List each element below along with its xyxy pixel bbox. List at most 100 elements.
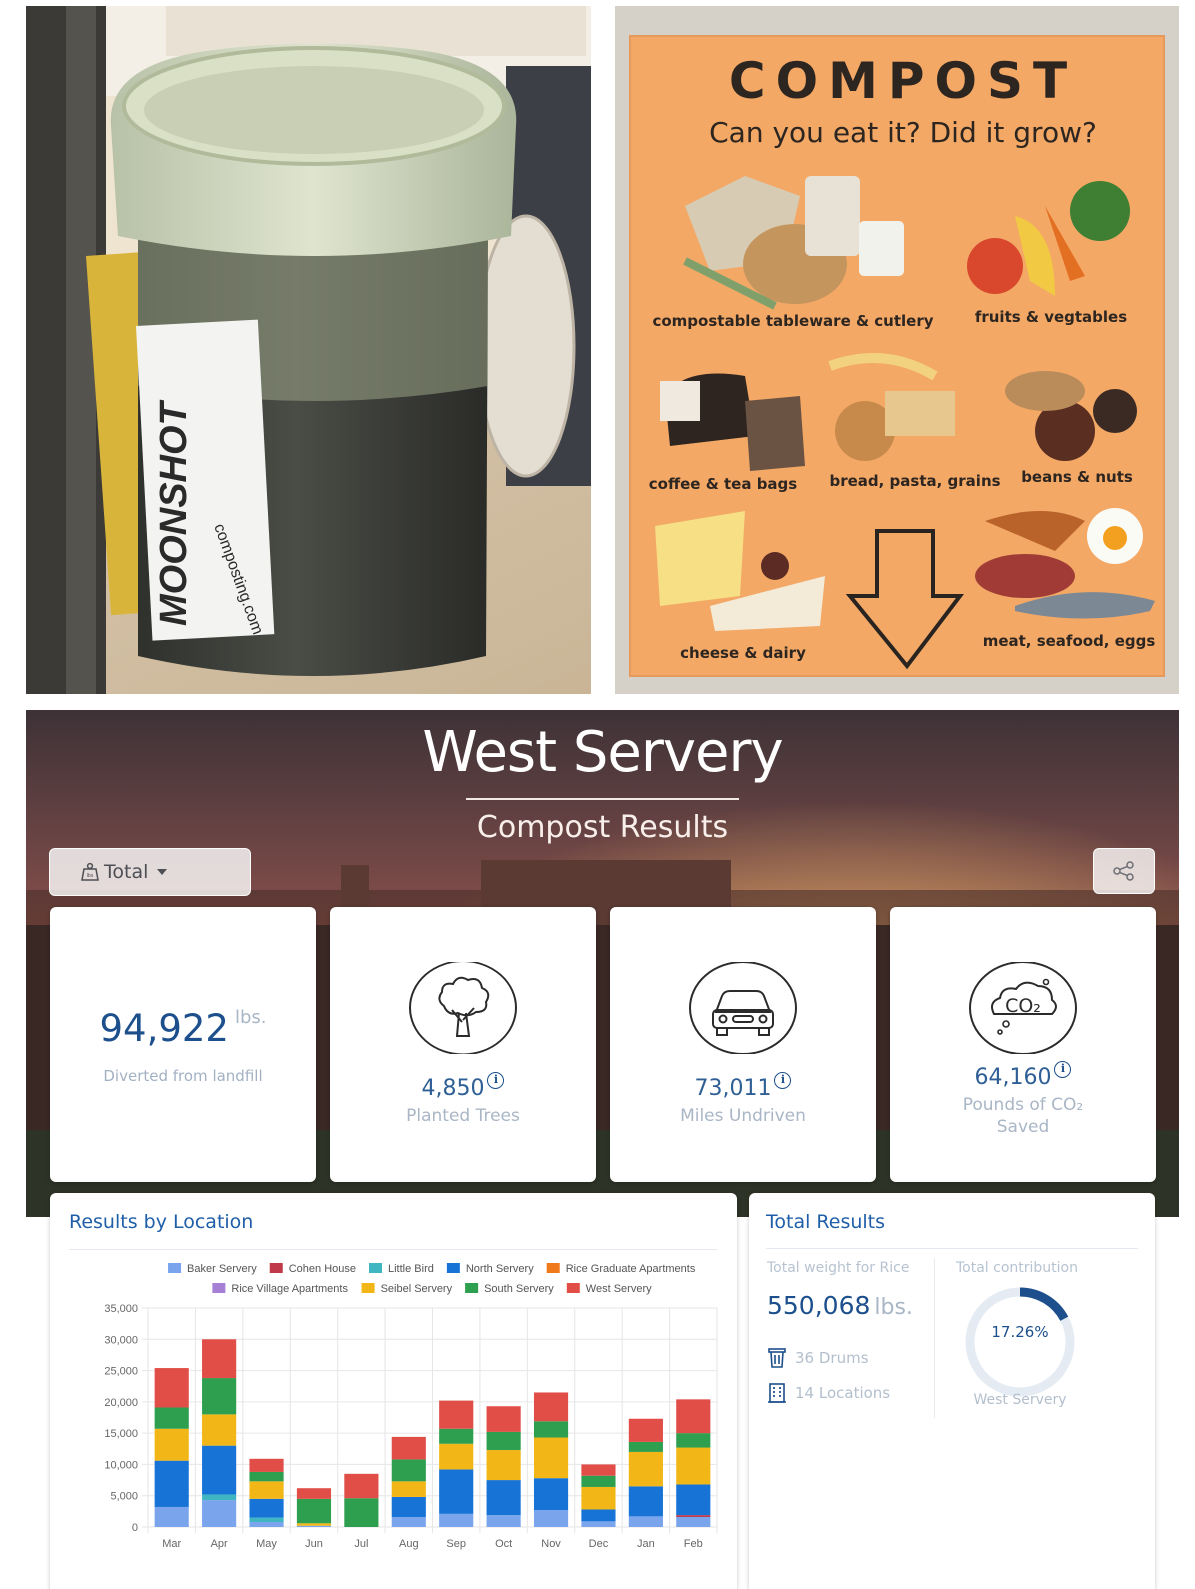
poster-category-fruits: fruits & vegtables	[975, 308, 1127, 326]
legend-swatch	[369, 1263, 383, 1273]
bar-segment	[486, 1515, 521, 1527]
bar-segment	[249, 1517, 284, 1522]
bar-segment	[676, 1484, 711, 1516]
x-tick-label: Apr	[211, 1538, 228, 1550]
poster-subtitle: Can you eat it? Did it grow?	[709, 116, 1097, 149]
total-results-divider	[934, 1258, 935, 1418]
bar-segment	[391, 1436, 426, 1460]
legend-label[interactable]: South Servery	[484, 1283, 554, 1295]
y-tick-label: 25,000	[104, 1366, 138, 1378]
bar-segment	[533, 1421, 569, 1438]
scale-icon: lbs	[81, 862, 99, 881]
miles-undriven-card: 73,011 i Miles Undriven	[610, 907, 876, 1182]
bar-segment	[154, 1407, 189, 1429]
bar-segment	[391, 1516, 426, 1527]
drums-count-text: 36 Drums	[795, 1349, 869, 1367]
legend-swatch	[546, 1263, 560, 1273]
co2-icon-text: CO₂	[1005, 995, 1041, 1017]
bar-segment	[296, 1498, 332, 1524]
bar-segment	[391, 1481, 426, 1497]
bar-segment	[486, 1450, 521, 1481]
legend-label[interactable]: Cohen House	[289, 1263, 356, 1275]
page-subtitle: Compost Results	[476, 810, 729, 845]
legend-label[interactable]: Rice Graduate Apartments	[566, 1263, 696, 1275]
info-icon[interactable]: i	[487, 1072, 505, 1089]
landfill-diverted-number: 94,922	[99, 1007, 229, 1050]
tree-icon	[409, 962, 517, 1054]
bar-segment	[391, 1496, 426, 1517]
y-tick-label: 15,000	[104, 1428, 138, 1440]
period-dropdown[interactable]: lbs Total	[49, 848, 251, 896]
compost-bin-photo: MOONSHOT composting.com	[26, 6, 591, 694]
bar-segment	[628, 1418, 663, 1442]
bar-segment	[581, 1521, 616, 1527]
legend-label[interactable]: North Servery	[466, 1263, 534, 1275]
bar-segment	[581, 1475, 616, 1487]
legend-label[interactable]: Little Bird	[388, 1263, 434, 1275]
bar-segment	[202, 1500, 237, 1527]
share-button[interactable]	[1093, 848, 1155, 894]
contribution-donut-chart	[965, 1287, 1075, 1397]
total-contribution-label: Total contribution	[956, 1260, 1078, 1276]
x-tick-label: May	[256, 1538, 277, 1550]
miles-undriven-value: 73,011 i	[610, 1072, 876, 1101]
bar-segment	[249, 1521, 284, 1527]
bar-segment	[344, 1473, 379, 1499]
locations-count: 14 Locations	[767, 1382, 890, 1404]
results-by-location-chart: 0 5,000 10,000 15,000 20,000 25,000 30,000 35,0…	[104, 1263, 718, 1550]
compost-dashboard: West Servery Compost Results lbs Total 9	[26, 710, 1179, 1589]
legend-swatch	[168, 1263, 182, 1273]
bar-segment	[154, 1506, 189, 1527]
bar-segment	[439, 1513, 474, 1527]
y-tick-label: 35,000	[104, 1303, 138, 1315]
share-icon	[1113, 861, 1134, 881]
legend-label[interactable]: West Servery	[586, 1283, 652, 1295]
poster-category-beans: beans & nuts	[1021, 468, 1133, 486]
bar-segment	[154, 1460, 189, 1507]
info-icon[interactable]: i	[1054, 1061, 1072, 1078]
bar-segment	[581, 1464, 616, 1476]
legend-label[interactable]: Rice Village Apartments	[231, 1283, 348, 1295]
y-tick-label: 10,000	[104, 1459, 138, 1471]
bar-segment	[202, 1494, 237, 1501]
total-contribution-caption: West Servery	[973, 1392, 1067, 1408]
legend-swatch	[269, 1263, 283, 1273]
info-icon[interactable]: i	[774, 1072, 792, 1089]
poster-title: COMPOST	[729, 52, 1077, 110]
planted-trees-value: 4,850 i	[330, 1072, 596, 1101]
planted-trees-card: 4,850 i Planted Trees	[330, 907, 596, 1182]
total-results-panel: Total Results Total weight for Rice 550,…	[749, 1193, 1155, 1589]
bin-label-brand: MOONSHOT	[153, 399, 195, 626]
x-tick-label: Jun	[305, 1538, 323, 1550]
hero-banner: West Servery Compost Results lbs Total 9	[26, 710, 1179, 1217]
bar-segment	[486, 1406, 521, 1432]
total-contribution-value: 17.26%	[991, 1323, 1049, 1341]
landfill-diverted-unit: lbs.	[234, 1007, 267, 1028]
total-weight-number: 550,068	[767, 1291, 871, 1320]
planted-trees-label: Planted Trees	[406, 1106, 520, 1126]
poster-category-meat: meat, seafood, eggs	[983, 632, 1156, 650]
drums-count: 36 Drums	[767, 1347, 869, 1369]
legend-label[interactable]: Baker Servery	[187, 1263, 257, 1275]
bar-segment	[581, 1486, 616, 1510]
bar-segment	[296, 1488, 332, 1499]
total-weight-unit: lbs.	[874, 1295, 913, 1320]
bar-segment	[486, 1431, 521, 1451]
bar-segment	[154, 1368, 189, 1408]
co2-saved-number: 64,160	[974, 1065, 1052, 1090]
miles-undriven-number: 73,011	[694, 1076, 772, 1101]
bar-segment	[391, 1459, 426, 1482]
svg-text:lbs: lbs	[87, 873, 94, 879]
x-tick-label: Aug	[399, 1538, 419, 1550]
landfill-diverted-card: 94,922 lbs. Diverted from landfill	[50, 907, 316, 1182]
bar-segment	[628, 1486, 663, 1517]
bar-segment	[249, 1481, 284, 1499]
bar-segment	[676, 1515, 711, 1517]
co2-saved-card: CO₂ 64,160 i Pounds of CO₂ Saved	[890, 907, 1156, 1182]
period-dropdown-label: Total	[104, 861, 149, 883]
x-tick-label: Jul	[354, 1538, 368, 1550]
legend-label[interactable]: Seibel Servery	[381, 1283, 453, 1295]
x-tick-label: Nov	[541, 1538, 561, 1550]
bar-segment	[344, 1498, 379, 1527]
bar-segment	[628, 1441, 663, 1452]
